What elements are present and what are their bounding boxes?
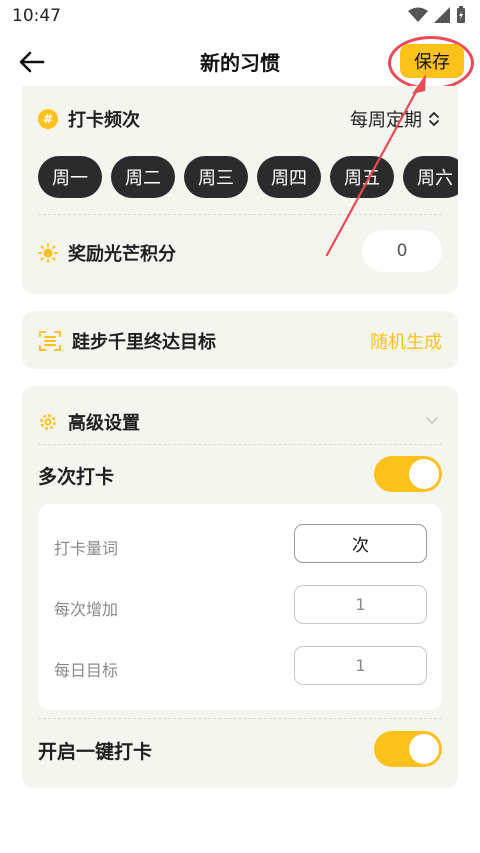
status-bar: 10:47 — [0, 0, 480, 34]
goal-card: 跬步千里终达目标 随机生成 — [22, 311, 458, 369]
hash-icon: # — [38, 109, 58, 129]
field-label-daily-goal: 每日目标 — [54, 661, 119, 680]
random-generate-button[interactable]: 随机生成 — [370, 328, 442, 354]
chevron-down-icon[interactable] — [426, 414, 438, 426]
one-key-checkin-label: 开启一键打卡 — [38, 741, 153, 763]
battery-icon — [457, 6, 465, 23]
weekday-chip[interactable]: 周二 — [111, 156, 175, 198]
increment-input[interactable]: 1 — [294, 585, 427, 624]
weekday-chip[interactable]: 周三 — [184, 156, 248, 198]
signal-icon — [434, 7, 450, 23]
divider — [38, 214, 442, 215]
toggle-knob — [409, 459, 439, 489]
scan-lines-icon — [39, 331, 61, 351]
weekday-chip[interactable]: 周一 — [38, 156, 102, 198]
multi-checkin-toggle[interactable] — [374, 456, 442, 492]
frequency-mode-value: 每周定期 — [350, 110, 422, 131]
goal-title: 跬步千里终达目标 — [72, 332, 216, 353]
toggle-knob — [409, 734, 439, 764]
gear-icon — [40, 414, 56, 430]
divider — [38, 718, 442, 719]
reward-title-row: 奖励光芒积分 — [38, 240, 176, 266]
frequency-mode-select[interactable]: 每周定期 — [350, 106, 440, 132]
field-label-increment: 每次增加 — [54, 600, 119, 619]
weekday-chip[interactable]: 周六 — [403, 156, 458, 198]
status-time: 10:47 — [12, 6, 61, 26]
daily-goal-input[interactable]: 1 — [294, 646, 427, 685]
frequency-title-row: # 打卡频次 — [38, 106, 140, 132]
field-label-unit: 打卡量词 — [54, 539, 119, 558]
status-icons — [408, 6, 466, 24]
sun-icon — [38, 243, 58, 263]
app-bar: 新的习惯 保存 — [0, 34, 480, 90]
advanced-settings-card: 高级设置 多次打卡 打卡量词 次 每次增加 1 每日目标 1 开启一键打卡 — [22, 386, 458, 788]
wifi-icon — [408, 7, 428, 22]
multi-checkin-label: 多次打卡 — [38, 466, 115, 488]
weekday-chip[interactable]: 周五 — [330, 156, 394, 198]
checkin-unit-input[interactable]: 次 — [294, 524, 427, 563]
sort-chevron-icon — [429, 112, 439, 126]
divider — [38, 444, 442, 445]
weekday-selector: 周一 周二 周三 周四 周五 周六 — [38, 156, 458, 198]
reward-points-input[interactable]: 0 — [362, 230, 442, 272]
reward-title: 奖励光芒积分 — [68, 244, 176, 265]
goal-title-row: 跬步千里终达目标 — [38, 328, 216, 354]
frequency-card: # 打卡频次 每周定期 周一 周二 周三 周四 周五 周六 奖励光芒积分 0 — [22, 86, 458, 294]
save-button[interactable]: 保存 — [400, 44, 464, 78]
one-key-checkin-toggle[interactable] — [374, 731, 442, 767]
advanced-title: 高级设置 — [68, 413, 140, 434]
weekday-chip[interactable]: 周四 — [257, 156, 321, 198]
multi-checkin-settings: 打卡量词 次 每次增加 1 每日目标 1 — [38, 504, 442, 710]
frequency-title: 打卡频次 — [68, 110, 140, 131]
advanced-title-row[interactable]: 高级设置 — [38, 409, 140, 435]
